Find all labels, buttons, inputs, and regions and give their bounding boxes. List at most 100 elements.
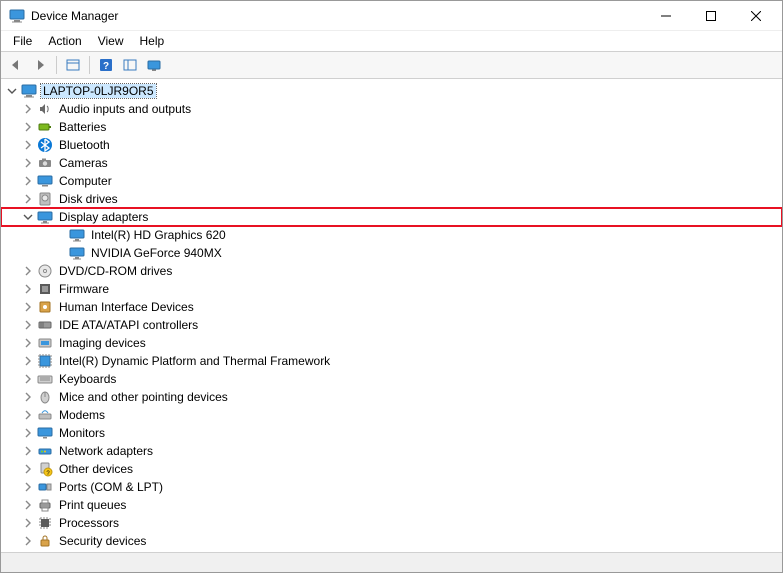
menu-view[interactable]: View	[90, 32, 132, 50]
chevron-right-icon[interactable]	[21, 498, 35, 512]
toolbar-separator	[89, 56, 90, 74]
close-button[interactable]	[733, 2, 778, 30]
chevron-right-icon[interactable]	[21, 480, 35, 494]
security-icon	[37, 533, 53, 549]
chevron-right-icon[interactable]	[21, 174, 35, 188]
camera-icon	[37, 155, 53, 171]
mouse-icon	[37, 389, 53, 405]
titlebar: Device Manager	[1, 1, 782, 31]
tree-root[interactable]: LAPTOP-0LJR9OR5	[1, 82, 782, 100]
menu-action[interactable]: Action	[40, 32, 89, 50]
chevron-right-icon[interactable]	[21, 138, 35, 152]
tree-node[interactable]: Disk drives	[1, 190, 782, 208]
menu-file[interactable]: File	[5, 32, 40, 50]
tree-node[interactable]: Modems	[1, 406, 782, 424]
tree-node[interactable]: Intel(R) Dynamic Platform and Thermal Fr…	[1, 352, 782, 370]
chevron-down-icon[interactable]	[21, 210, 35, 224]
tree-node[interactable]: Processors	[1, 514, 782, 532]
tree-node[interactable]: Print queues	[1, 496, 782, 514]
tree-node[interactable]: Mice and other pointing devices	[1, 388, 782, 406]
tree-leaf[interactable]: NVIDIA GeForce 940MX	[1, 244, 782, 262]
tree-node[interactable]: ? Other devices	[1, 460, 782, 478]
tree-node-label: Mice and other pointing devices	[57, 390, 230, 404]
tree-node-label: Disk drives	[57, 192, 120, 206]
display-icon	[37, 209, 53, 225]
display-icon	[69, 227, 85, 243]
chevron-down-icon[interactable]	[5, 84, 19, 98]
firmware-icon	[37, 281, 53, 297]
chevron-right-icon[interactable]	[21, 444, 35, 458]
network-icon	[37, 443, 53, 459]
menu-help[interactable]: Help	[132, 32, 173, 50]
chevron-right-icon[interactable]	[21, 192, 35, 206]
tree-node-label: Human Interface Devices	[57, 300, 196, 314]
cpu-icon	[37, 515, 53, 531]
tree-node[interactable]: Human Interface Devices	[1, 298, 782, 316]
disk-icon	[37, 191, 53, 207]
hid-icon	[37, 299, 53, 315]
tree-node-label: Print queues	[57, 498, 128, 512]
tree-leaf[interactable]: Intel(R) HD Graphics 620	[1, 226, 782, 244]
tree-node[interactable]: Keyboards	[1, 370, 782, 388]
tree-node[interactable]: Network adapters	[1, 442, 782, 460]
tree-node[interactable]: Audio inputs and outputs	[1, 100, 782, 118]
tree-node[interactable]: Security devices	[1, 532, 782, 550]
tree-node[interactable]: Cameras	[1, 154, 782, 172]
chevron-right-icon[interactable]	[21, 516, 35, 530]
chevron-right-icon[interactable]	[21, 426, 35, 440]
tree-node-label: Intel(R) Dynamic Platform and Thermal Fr…	[57, 354, 332, 368]
chevron-right-icon[interactable]	[21, 354, 35, 368]
show-hide-console-button[interactable]	[62, 54, 84, 76]
tree-node[interactable]: Batteries	[1, 118, 782, 136]
chevron-right-icon[interactable]	[21, 390, 35, 404]
chevron-right-icon[interactable]	[21, 534, 35, 548]
chevron-right-icon[interactable]	[21, 120, 35, 134]
chevron-right-icon[interactable]	[21, 300, 35, 314]
device-tree-panel[interactable]: LAPTOP-0LJR9OR5 Audio inputs and outputs…	[1, 80, 782, 552]
imaging-icon	[37, 335, 53, 351]
tree-leaf-label: Intel(R) HD Graphics 620	[89, 228, 228, 242]
minimize-button[interactable]	[643, 2, 688, 30]
chevron-right-icon[interactable]	[21, 156, 35, 170]
back-button[interactable]	[5, 54, 27, 76]
tree-node-label: Network adapters	[57, 444, 155, 458]
chevron-right-icon[interactable]	[21, 102, 35, 116]
tree-node-label: Computer	[57, 174, 114, 188]
forward-button[interactable]	[29, 54, 51, 76]
scan-hardware-button[interactable]	[143, 54, 165, 76]
tree-node-label: Security devices	[57, 534, 148, 548]
tree-node-label: Audio inputs and outputs	[57, 102, 193, 116]
chevron-right-icon[interactable]	[21, 408, 35, 422]
tree-node[interactable]: Bluetooth	[1, 136, 782, 154]
chevron-right-icon[interactable]	[21, 336, 35, 350]
help-button[interactable]: ?	[95, 54, 117, 76]
tree-node[interactable]: Ports (COM & LPT)	[1, 478, 782, 496]
chevron-right-icon[interactable]	[21, 318, 35, 332]
statusbar	[1, 552, 782, 572]
tree-node-label: IDE ATA/ATAPI controllers	[57, 318, 200, 332]
display-icon	[69, 245, 85, 261]
thermal-icon	[37, 353, 53, 369]
window-title: Device Manager	[31, 9, 643, 23]
chevron-right-icon[interactable]	[21, 372, 35, 386]
tree-node[interactable]: Monitors	[1, 424, 782, 442]
tree-leaf-label: NVIDIA GeForce 940MX	[89, 246, 224, 260]
computer-icon	[21, 83, 37, 99]
tree-node[interactable]: Computer	[1, 172, 782, 190]
tree-node-label: Cameras	[57, 156, 110, 170]
computer-icon	[37, 173, 53, 189]
ports-icon	[37, 479, 53, 495]
tree-node[interactable]: Display adapters	[1, 208, 782, 226]
tree-node-label: Modems	[57, 408, 107, 422]
chevron-right-icon[interactable]	[21, 264, 35, 278]
tree-node[interactable]: Imaging devices	[1, 334, 782, 352]
battery-icon	[37, 119, 53, 135]
tree-node[interactable]: Firmware	[1, 280, 782, 298]
chevron-right-icon[interactable]	[21, 282, 35, 296]
monitor-icon	[37, 425, 53, 441]
tree-node[interactable]: DVD/CD-ROM drives	[1, 262, 782, 280]
maximize-button[interactable]	[688, 2, 733, 30]
chevron-right-icon[interactable]	[21, 462, 35, 476]
properties-button[interactable]	[119, 54, 141, 76]
tree-node[interactable]: IDE ATA/ATAPI controllers	[1, 316, 782, 334]
